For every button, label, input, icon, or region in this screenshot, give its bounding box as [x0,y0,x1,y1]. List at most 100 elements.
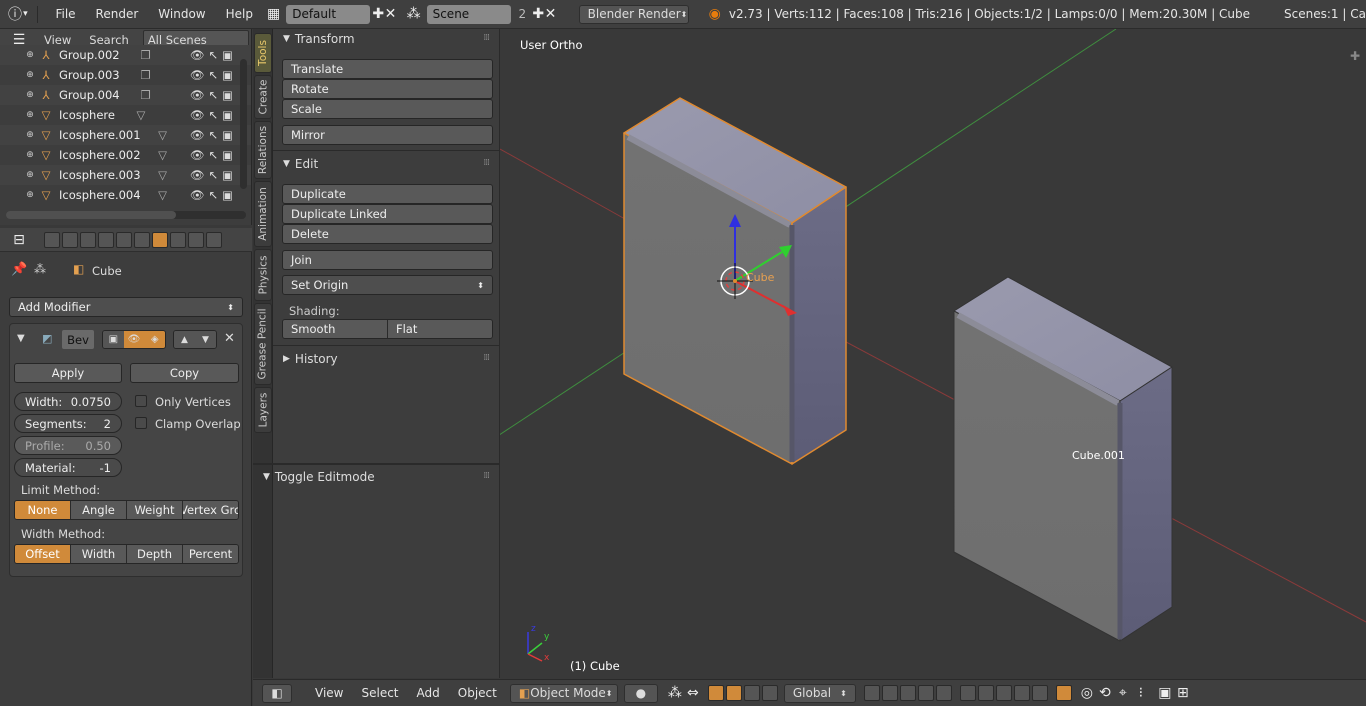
menu-view[interactable]: View [306,686,352,700]
render-toggle-icon[interactable]: ▣ [103,331,124,348]
outliner-hscrollbar[interactable] [6,211,246,219]
expand-icon[interactable]: ⊕ [22,147,38,163]
outliner-vscrollbar[interactable] [240,59,247,189]
scale-button[interactable]: Scale [282,99,493,119]
expand-icon[interactable]: ⊕ [22,187,38,203]
camera-icon[interactable]: ▣ [222,148,233,162]
viewport-toggle-icon[interactable]: 👁 [123,331,145,348]
texture-tab-icon[interactable] [206,231,222,248]
outliner-row-icosphere-004[interactable]: ⊕ ▽ Icosphere.004 ▽ 👁 ↖ ▣ [0,185,251,205]
eye-icon[interactable]: 👁 [190,148,205,162]
layer-icon[interactable] [863,685,880,701]
outliner-row-group-003[interactable]: ⊕ ⅄ Group.003 ❐ 👁 ↖ ▣ [0,65,251,85]
render-preview-icon[interactable]: ▣ [1156,684,1174,702]
modifiers-tab-icon[interactable] [152,231,168,248]
drag-grip-icon[interactable]: ⁞⁞⁞ [483,353,490,363]
history-panel-header[interactable]: ▶ History [283,349,338,369]
smooth-button[interactable]: Smooth [283,320,388,338]
duplicate-button[interactable]: Duplicate [282,184,493,204]
expand-icon[interactable]: ⊕ [22,167,38,183]
layer-icon[interactable] [917,685,934,701]
cursor-icon[interactable]: ↖ [208,188,218,202]
translate-button[interactable]: Translate [282,59,493,79]
operator-panel-header[interactable]: ▼ Toggle Editmode [263,467,375,487]
add-icon[interactable]: ✚ [372,5,384,23]
expand-icon[interactable]: ⊕ [22,127,38,143]
duplicate-linked-button[interactable]: Duplicate Linked [282,204,493,224]
width-method-depth[interactable]: Depth [127,545,183,563]
3d-viewport[interactable]: User Ortho Cube Cube.001 z y x (1) Cube … [500,29,1366,678]
properties-editor-icon[interactable]: ⊟ [10,231,28,249]
menu-window[interactable]: Window [148,7,215,21]
flat-button[interactable]: Flat [388,320,492,338]
copy-button[interactable]: Copy [130,363,239,383]
editor-type-select[interactable]: ◧ [262,683,292,703]
cursor-icon[interactable]: ↖ [208,88,218,102]
add-modifier-select[interactable]: Add Modifier ⬍ [9,297,243,317]
render-tab-icon[interactable] [44,231,60,248]
menu-select[interactable]: Select [352,686,407,700]
drag-grip-icon[interactable]: ⁞⁞⁞ [483,471,490,481]
data-tab-icon[interactable] [170,231,186,248]
limit-method-none[interactable]: None [15,501,71,519]
move-down-icon[interactable]: ▼ [195,331,216,348]
clamp-overlap-checkbox[interactable] [135,417,147,429]
delete-button[interactable]: Delete [282,224,493,244]
apply-button[interactable]: Apply [14,363,122,383]
layer-icon[interactable] [899,685,916,701]
limit-method-vertex-group[interactable]: Vertex Gro [183,501,238,519]
profile-field[interactable]: Profile: 0.50 [14,436,122,455]
camera-icon[interactable]: ▣ [222,108,233,122]
eye-icon[interactable]: 👁 [190,88,205,102]
eye-icon[interactable]: 👁 [190,68,205,82]
transform-panel-header[interactable]: ▼ Transform [283,29,355,49]
tab-layers[interactable]: Layers [254,387,272,433]
layer-icon[interactable] [1031,685,1048,701]
set-origin-select[interactable]: Set Origin ⬍ [282,275,493,295]
camera-icon[interactable]: ▣ [222,188,233,202]
eye-icon[interactable]: 👁 [190,128,205,142]
cursor-icon[interactable]: ↖ [208,48,218,62]
falloff-icon[interactable]: ⟲ [1096,684,1114,702]
cube-001-object[interactable] [953,276,1173,642]
rotate-button[interactable]: Rotate [282,79,493,99]
eye-icon[interactable]: 👁 [190,48,205,62]
limit-method-weight[interactable]: Weight [127,501,183,519]
object-tab-icon[interactable] [116,231,132,248]
render-animation-icon[interactable]: ⊞ [1174,684,1192,702]
camera-icon[interactable]: ▣ [222,48,233,62]
width-method-width[interactable]: Width [71,545,127,563]
tab-relations[interactable]: Relations [254,121,272,179]
snap-element-icon[interactable]: ⁝ [1132,684,1150,702]
menu-object[interactable]: Object [449,686,506,700]
cursor-icon[interactable]: ↖ [208,148,218,162]
cursor-icon[interactable]: ↖ [208,108,218,122]
collapse-arrow-icon[interactable]: ▼ [17,333,25,344]
expand-icon[interactable]: ⊕ [22,87,38,103]
drag-grip-icon[interactable]: ⁞⁞⁞ [483,33,490,43]
eye-icon[interactable]: 👁 [190,108,205,122]
width-field[interactable]: Width: 0.0750 [14,392,122,411]
expand-icon[interactable]: ⊕ [22,107,38,123]
render-layers-tab-icon[interactable] [62,231,78,248]
orientation-select[interactable]: Global ⬍ [783,683,856,703]
camera-icon[interactable]: ▣ [222,68,233,82]
pivot-icon[interactable]: ⁂ [666,684,684,702]
cursor-icon[interactable]: ↖ [208,68,218,82]
menu-render[interactable]: Render [86,7,149,21]
close-icon[interactable]: ✕ [544,5,557,23]
lock-layers-icon[interactable] [1055,685,1072,701]
layer-icon[interactable] [977,685,994,701]
move-up-icon[interactable]: ▲ [174,331,195,348]
pin-icon[interactable]: 📌 [11,262,27,277]
menu-add[interactable]: Add [408,686,449,700]
only-vertices-checkbox[interactable] [135,395,147,407]
screen-layout-field[interactable]: Default [286,4,371,24]
add-region-icon[interactable]: ✚ [1350,49,1360,63]
info-icon[interactable]: ⓘ [8,5,22,23]
tab-create[interactable]: Create [254,75,272,119]
scale-manipulator-icon[interactable] [743,685,760,701]
scene-field[interactable]: Scene [426,4,511,24]
screen-layout-icon[interactable]: ▦ [267,5,280,23]
cursor-icon[interactable]: ↖ [208,168,218,182]
